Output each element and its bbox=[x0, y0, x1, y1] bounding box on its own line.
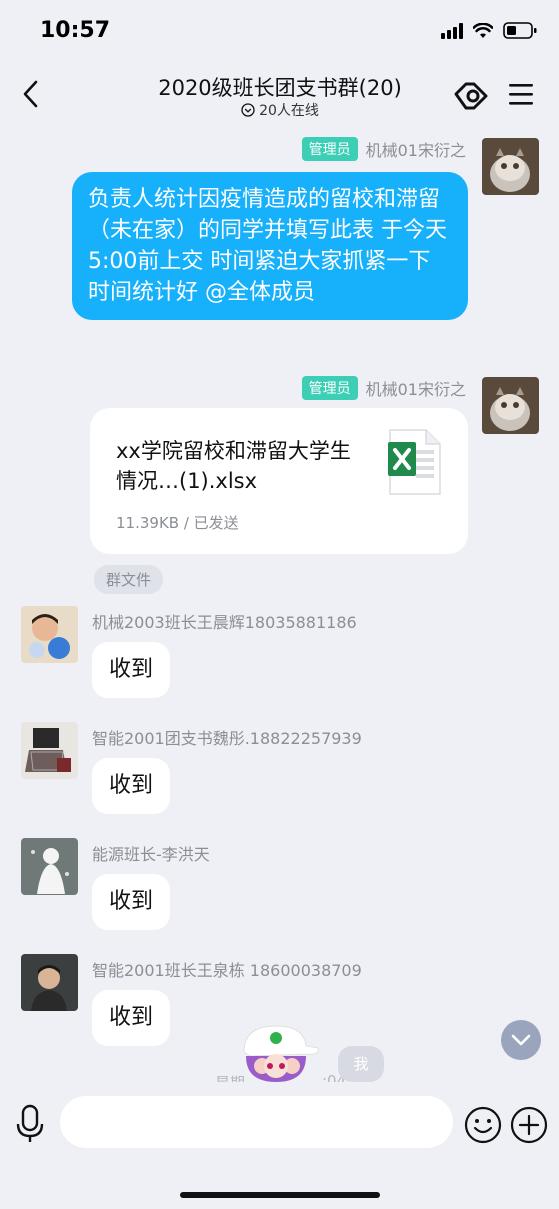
status-time: 10:57 bbox=[40, 18, 111, 43]
sender-row: 管理员 机械01宋衍之 bbox=[301, 376, 466, 400]
chat-header: 2020级班长团支书群(20) 20人在线 bbox=[0, 62, 559, 130]
scroll-down-button[interactable] bbox=[501, 1020, 541, 1060]
group-file-tag[interactable]: 群文件 bbox=[94, 565, 164, 594]
avatar-image bbox=[21, 722, 78, 779]
message-bubble[interactable]: 负责人统计因疫情造成的留校和滞留（未在家）的同学并填写此表 于今天5:00前上交… bbox=[72, 172, 468, 320]
message-text: 负责人统计因疫情造成的留校和滞留（未在家）的同学并填写此表 于今天5:00前上交… bbox=[88, 187, 447, 305]
member-avatar[interactable] bbox=[21, 722, 78, 779]
member-avatar[interactable] bbox=[21, 838, 78, 895]
avatar-image bbox=[21, 606, 78, 663]
message-input[interactable] bbox=[60, 1096, 453, 1148]
status-bar: 10:57 bbox=[0, 0, 559, 62]
cartoon-sticker bbox=[243, 1025, 319, 1082]
file-meta: 11.39KB / 已发送 bbox=[116, 514, 239, 532]
emoji-icon[interactable] bbox=[464, 1106, 502, 1144]
sender-name: 机械2003班长王晨辉18035881186 bbox=[92, 613, 357, 632]
message-bubble[interactable]: 收到 bbox=[92, 642, 170, 698]
message-bubble[interactable]: 收到 bbox=[92, 874, 170, 930]
avatar-image bbox=[21, 838, 78, 895]
add-icon[interactable] bbox=[510, 1106, 548, 1144]
file-message-card[interactable]: xx学院留校和滞留大学生情况…(1).xlsx 11.39KB / 已发送 bbox=[90, 408, 468, 554]
share-link-icon[interactable] bbox=[452, 76, 490, 112]
admin-badge: 管理员 bbox=[301, 376, 358, 400]
avatar-image bbox=[21, 954, 78, 1011]
sender-name: 机械01宋衍之 bbox=[365, 141, 466, 160]
sender-name: 能源班长-李洪天 bbox=[92, 845, 210, 864]
cat-avatar-image bbox=[482, 138, 539, 195]
me-badge[interactable]: 我 bbox=[338, 1046, 384, 1082]
cat-avatar-image bbox=[482, 377, 539, 434]
input-bar bbox=[0, 1082, 559, 1209]
member-avatar[interactable] bbox=[21, 606, 78, 663]
self-avatar[interactable] bbox=[482, 377, 539, 434]
chat-title[interactable]: 2020级班长团支书群(20) bbox=[80, 72, 480, 102]
file-name: xx学院留校和滞留大学生情况…(1).xlsx bbox=[116, 439, 351, 493]
back-icon[interactable] bbox=[14, 74, 48, 114]
sender-name: 智能2001团支书魏彤.18822257939 bbox=[92, 729, 362, 748]
message-bubble[interactable]: 收到 bbox=[92, 990, 170, 1046]
signal-icon bbox=[441, 22, 463, 39]
admin-badge: 管理员 bbox=[301, 137, 358, 161]
online-count: 20人在线 bbox=[259, 103, 319, 119]
menu-icon[interactable] bbox=[508, 82, 534, 106]
sender-row: 管理员 机械01宋衍之 bbox=[301, 137, 466, 161]
message-bubble[interactable]: 收到 bbox=[92, 758, 170, 814]
online-status: 20人在线 bbox=[80, 100, 480, 120]
self-avatar[interactable] bbox=[482, 138, 539, 195]
scroll-down-icon bbox=[511, 1034, 531, 1046]
member-avatar[interactable] bbox=[21, 954, 78, 1011]
home-indicator bbox=[180, 1192, 380, 1198]
microphone-icon[interactable] bbox=[14, 1104, 46, 1144]
excel-file-icon bbox=[388, 429, 441, 495]
status-icons bbox=[441, 22, 537, 39]
wifi-icon bbox=[473, 22, 493, 38]
chevron-down-circle-icon bbox=[241, 103, 255, 117]
battery-icon bbox=[503, 22, 537, 39]
sender-name: 智能2001班长王泉栋 18600038709 bbox=[92, 961, 362, 980]
sender-name: 机械01宋衍之 bbox=[365, 380, 466, 399]
